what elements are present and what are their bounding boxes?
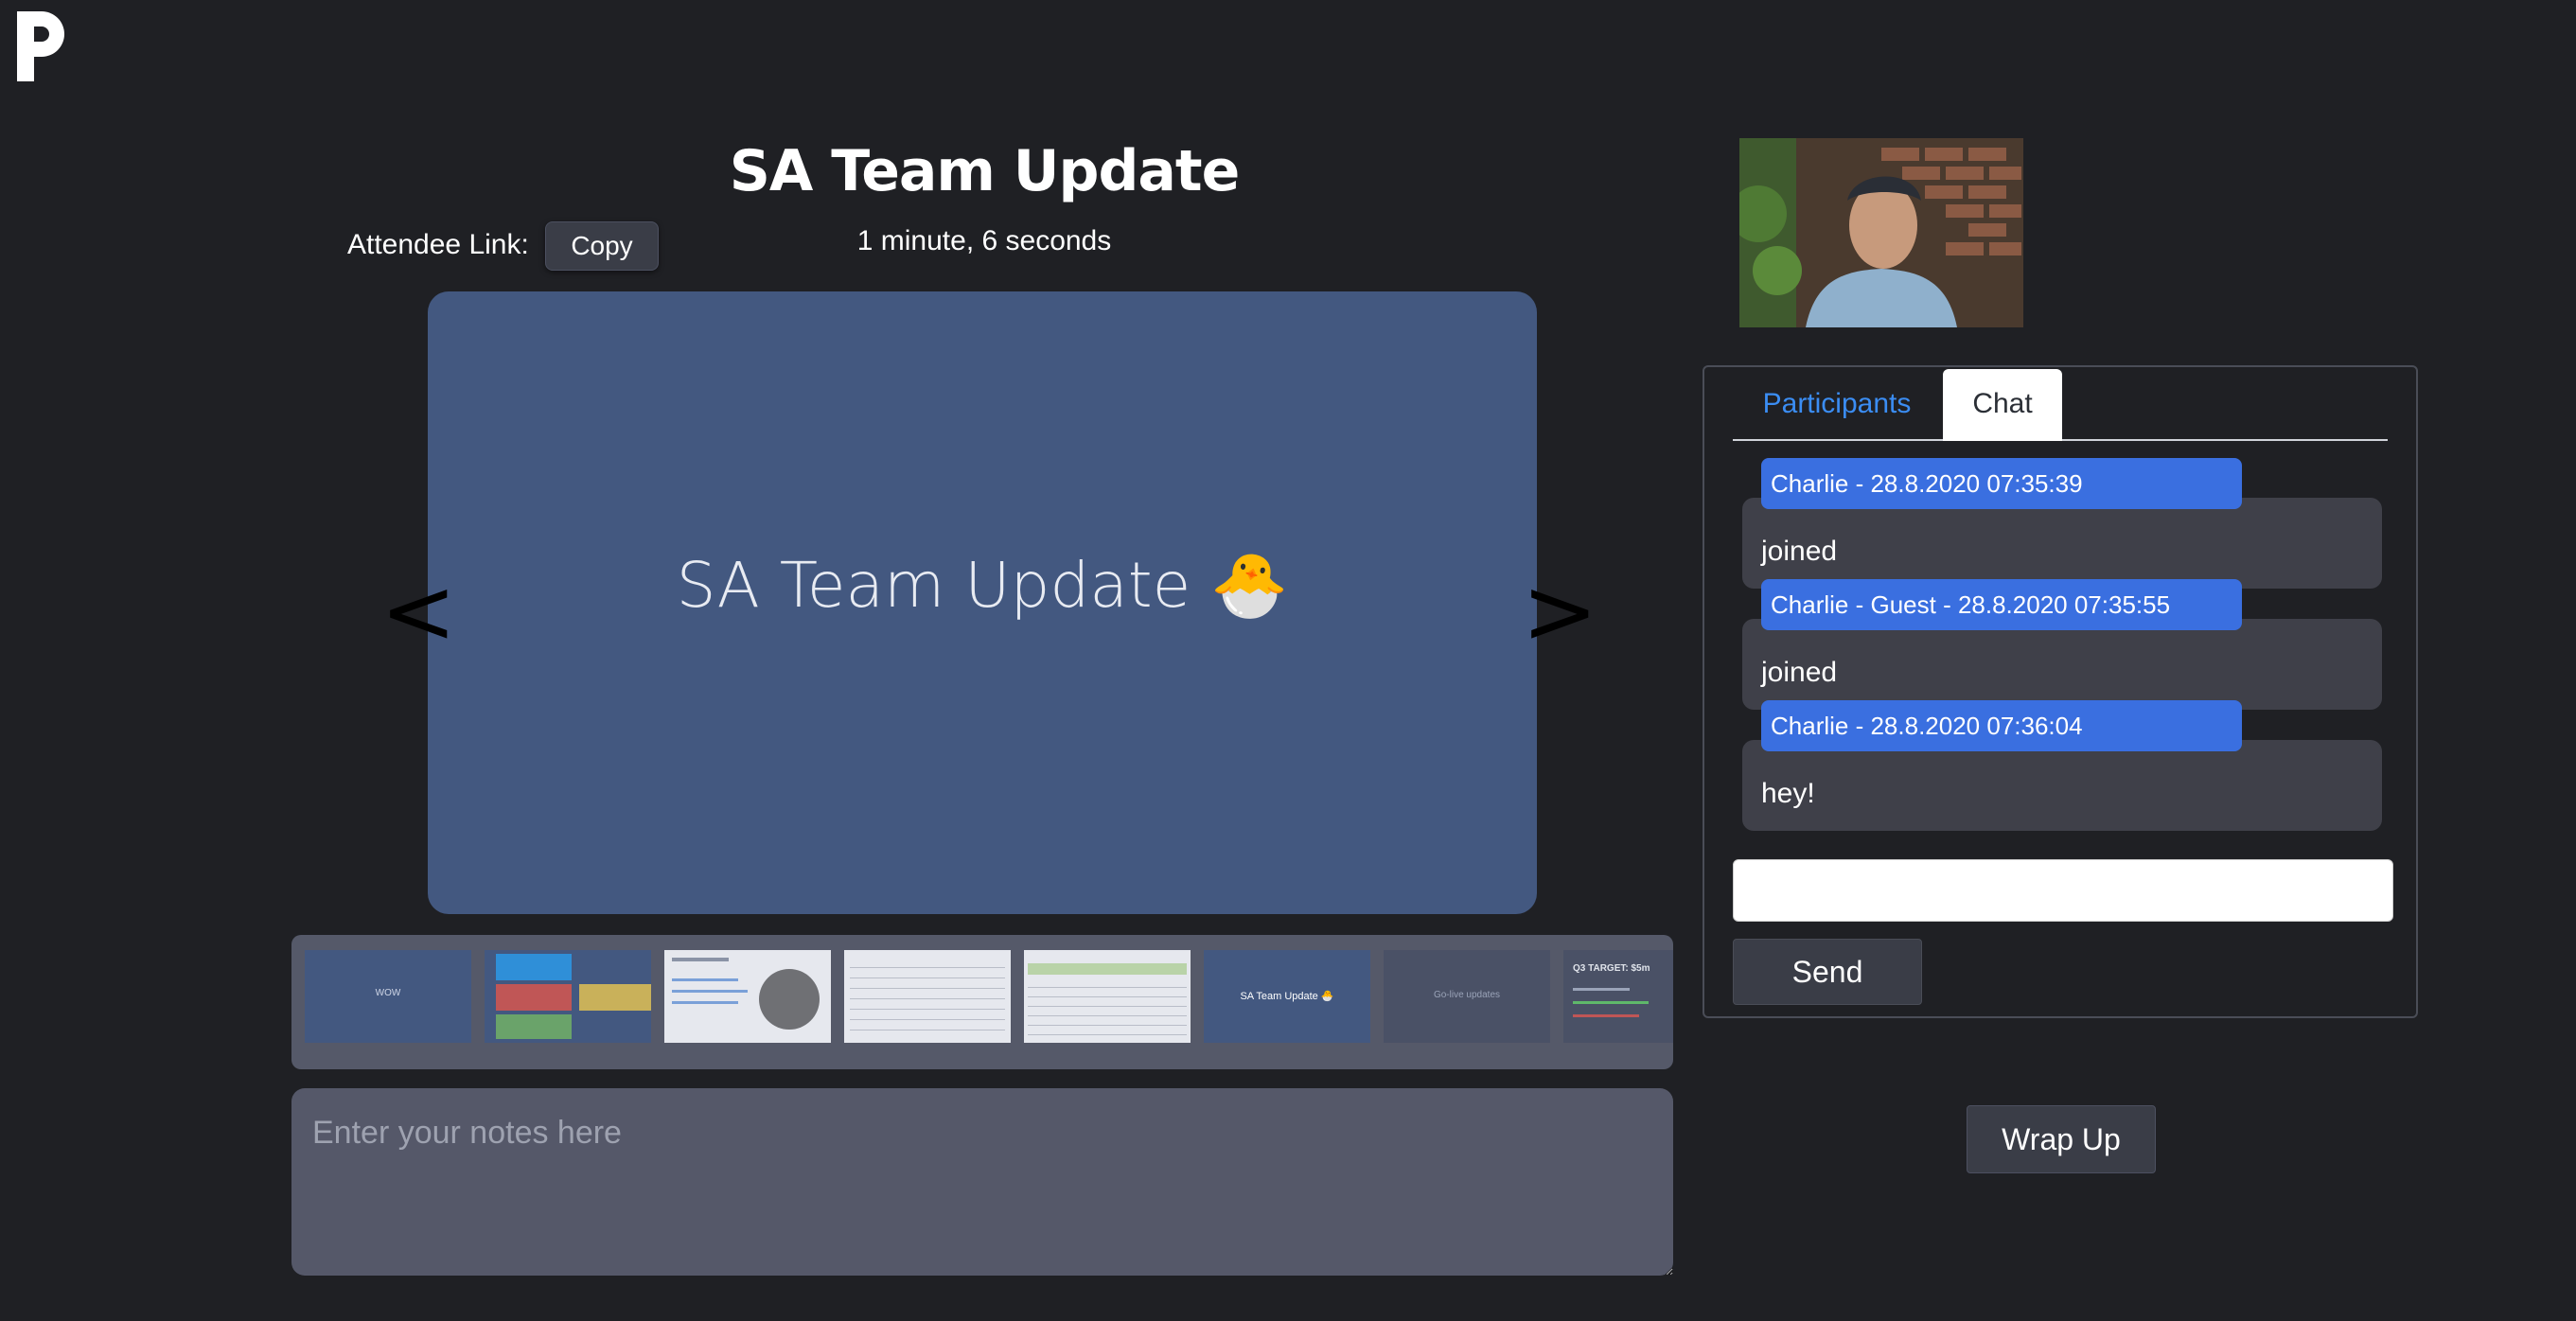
chat-input[interactable] xyxy=(1733,859,2393,922)
side-panel: Participants Chat joined Charlie - 28.8.… xyxy=(1703,365,2418,1018)
slide-thumbnail[interactable]: WOW xyxy=(305,950,471,1043)
slide-thumbnail[interactable]: SA Team Update 🐣 xyxy=(1204,950,1370,1043)
chat-message-text: hey! xyxy=(1761,778,1815,809)
chat-message: joined xyxy=(1742,498,2382,589)
chat-message: joined xyxy=(1742,619,2382,710)
slide-thumbnail[interactable] xyxy=(1024,950,1191,1043)
chat-message-header: Charlie - 28.8.2020 07:36:04 xyxy=(1761,700,2242,751)
next-slide-button[interactable]: > xyxy=(1522,558,1597,664)
thumbnail-caption: Q3 TARGET: $5m xyxy=(1573,963,1650,974)
tab-participants[interactable]: Participants xyxy=(1733,369,1941,439)
current-slide: SA Team Update 🐣 xyxy=(428,291,1537,914)
previous-slide-button[interactable]: < xyxy=(380,558,456,664)
chat-message-text: joined xyxy=(1761,657,1838,688)
thumbnail-caption: Go-live updates xyxy=(1433,990,1501,1000)
wrap-up-button[interactable]: Wrap Up xyxy=(1967,1105,2156,1173)
send-button[interactable]: Send xyxy=(1733,939,1922,1005)
chat-message-header: Charlie - 28.8.2020 07:35:39 xyxy=(1761,458,2242,509)
slide-thumbnail[interactable] xyxy=(664,950,831,1043)
chat-message: hey! xyxy=(1742,740,2382,831)
slide-thumbnail[interactable] xyxy=(485,950,651,1043)
thumbnail-caption: SA Team Update 🐣 xyxy=(1240,991,1334,1002)
app-logo[interactable] xyxy=(13,8,70,83)
video-feed xyxy=(1739,138,2023,327)
notes-field[interactable] xyxy=(291,1088,1673,1276)
thumbnail-caption: WOW xyxy=(375,988,401,998)
chat-message-text: joined xyxy=(1761,536,1838,567)
chat-message-header: Charlie - Guest - 28.8.2020 07:35:55 xyxy=(1761,579,2242,630)
attendee-link-label: Attendee Link: xyxy=(347,229,529,260)
slide-title: SA Team Update 🐣 xyxy=(676,549,1289,622)
meeting-title: SA Team Update xyxy=(729,138,1241,204)
slide-thumbnail[interactable]: Q3 TARGET: $5m xyxy=(1563,950,1673,1043)
meeting-timer: 1 minute, 6 seconds xyxy=(856,225,1112,256)
tab-chat[interactable]: Chat xyxy=(1943,369,2062,441)
slide-thumbnail-strip[interactable]: WOW SA Team Update 🐣 Go-live updates Q3 … xyxy=(291,935,1673,1069)
slide-thumbnail[interactable]: Go-live updates xyxy=(1384,950,1550,1043)
slide-thumbnail[interactable] xyxy=(844,950,1011,1043)
